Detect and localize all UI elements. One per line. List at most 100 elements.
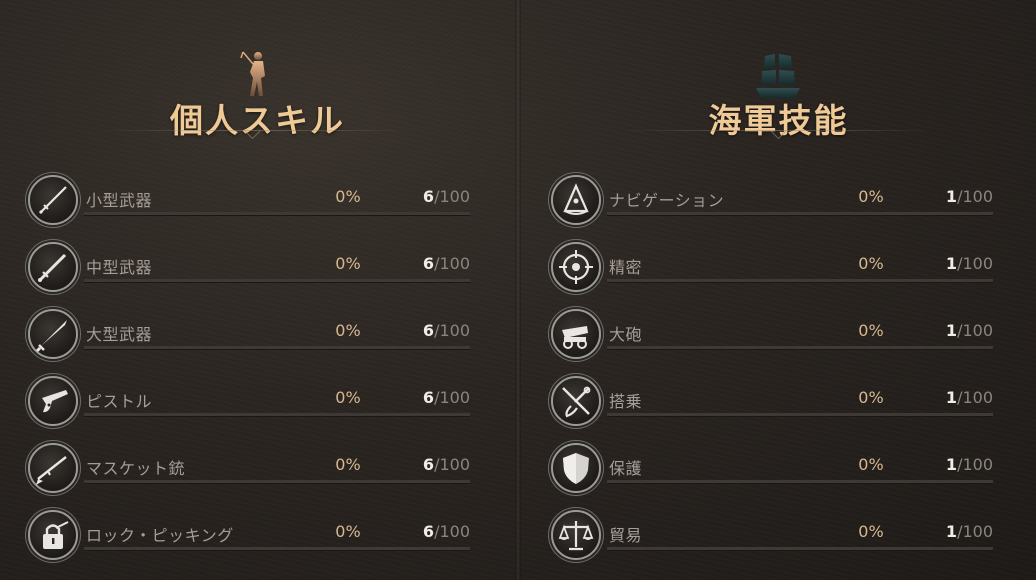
skill-row-medium-weapons[interactable]: 中型武器 0% 6/100: [28, 242, 470, 292]
skill-progress-bar: [84, 346, 470, 350]
skill-level: 6/100: [423, 321, 470, 340]
skill-percent: 0%: [858, 455, 884, 474]
skill-level-max: /100: [957, 522, 993, 541]
crosshair-icon: [551, 242, 601, 292]
skill-percent: 0%: [335, 388, 361, 407]
skill-percent: 0%: [335, 187, 361, 206]
personal-skills-header: 個人スキル: [0, 42, 515, 142]
skill-level-max: /100: [434, 187, 470, 206]
small-weapon-icon: [28, 175, 78, 225]
skill-name: 中型武器: [86, 258, 153, 277]
skill-progress-bar: [607, 279, 993, 283]
skill-name: マスケット銃: [86, 459, 186, 478]
skill-progress-bar: [84, 413, 470, 417]
skill-row-protection[interactable]: 保護 0% 1/100: [551, 443, 993, 493]
skill-level: 1/100: [946, 254, 993, 273]
skill-progress-bar: [607, 547, 993, 551]
skill-level-max: /100: [957, 254, 993, 273]
skill-level-max: /100: [434, 455, 470, 474]
skill-progress-bar: [607, 480, 993, 484]
personal-skills-panel: 個人スキル 小型武器 0% 6/100 中型武器 0% 6/100 大型武器 0…: [0, 0, 515, 580]
skill-progress-bar: [607, 212, 993, 216]
skill-percent: 0%: [335, 321, 361, 340]
skill-progress-bar: [607, 346, 993, 350]
skill-row-boarding[interactable]: 搭乗 0% 1/100: [551, 376, 993, 426]
skill-level: 6/100: [423, 455, 470, 474]
skill-name: ピストル: [86, 392, 153, 411]
skill-row-navigation[interactable]: ナビゲーション 0% 1/100: [551, 175, 993, 225]
skill-level-max: /100: [957, 455, 993, 474]
musket-icon: [28, 443, 78, 493]
skill-level: 1/100: [946, 321, 993, 340]
skill-level-current: 1: [945, 388, 958, 407]
skill-level-current: 1: [945, 321, 958, 340]
skill-name: 保護: [609, 459, 643, 478]
skill-level-current: 6: [422, 388, 435, 407]
skill-percent: 0%: [858, 321, 884, 340]
skill-progress-bar: [84, 547, 470, 551]
skill-level-max: /100: [434, 388, 470, 407]
skill-row-small-weapons[interactable]: 小型武器 0% 6/100: [28, 175, 470, 225]
skill-percent: 0%: [858, 187, 884, 206]
skill-row-pistol[interactable]: ピストル 0% 6/100: [28, 376, 470, 426]
skill-level-current: 1: [945, 522, 958, 541]
skill-progress-bar: [607, 413, 993, 417]
skill-level: 1/100: [946, 187, 993, 206]
naval-skills-panel: 海軍技能 ナビゲーション 0% 1/100 精密 0% 1/100 大砲 0% …: [521, 0, 1036, 580]
skill-row-trade[interactable]: 貿易 0% 1/100: [551, 510, 993, 560]
pistol-icon: [28, 376, 78, 426]
skill-name: ロック・ピッキング: [86, 526, 234, 545]
skill-level-current: 1: [945, 187, 958, 206]
skill-level-current: 1: [945, 254, 958, 273]
skill-level-current: 6: [422, 187, 435, 206]
skill-percent: 0%: [335, 455, 361, 474]
skill-level-max: /100: [434, 254, 470, 273]
skill-level: 1/100: [946, 522, 993, 541]
skill-name: 大型武器: [86, 325, 153, 344]
skill-name: 搭乗: [609, 392, 643, 411]
skill-level-current: 6: [422, 254, 435, 273]
boarding-icon: [551, 376, 601, 426]
shield-icon: [551, 443, 601, 493]
skill-percent: 0%: [858, 254, 884, 273]
skill-progress-bar: [84, 279, 470, 283]
skill-level-max: /100: [957, 388, 993, 407]
skill-name: ナビゲーション: [609, 191, 725, 210]
skill-percent: 0%: [335, 522, 361, 541]
medium-weapon-icon: [28, 242, 78, 292]
skill-row-musket[interactable]: マスケット銃 0% 6/100: [28, 443, 470, 493]
skill-row-cannon[interactable]: 大砲 0% 1/100: [551, 309, 993, 359]
skill-row-lockpicking[interactable]: ロック・ピッキング 0% 6/100: [28, 510, 470, 560]
skill-name: 貿易: [609, 526, 643, 545]
skill-level-max: /100: [434, 321, 470, 340]
personal-skills-title: 個人スキル: [170, 101, 345, 140]
skill-level-current: 1: [945, 455, 958, 474]
skill-level-max: /100: [434, 522, 470, 541]
skill-percent: 0%: [335, 254, 361, 273]
skill-row-precision[interactable]: 精密 0% 1/100: [551, 242, 993, 292]
skill-name: 小型武器: [86, 191, 153, 210]
skill-level: 6/100: [423, 187, 470, 206]
skill-level: 1/100: [946, 388, 993, 407]
skill-progress-bar: [84, 480, 470, 484]
skill-level-current: 6: [422, 522, 435, 541]
lockpick-icon: [28, 510, 78, 560]
skill-percent: 0%: [858, 522, 884, 541]
naval-skills-header: 海軍技能: [521, 42, 1036, 142]
skill-level-max: /100: [957, 187, 993, 206]
sextant-icon: [551, 175, 601, 225]
skill-row-large-weapons[interactable]: 大型武器 0% 6/100: [28, 309, 470, 359]
skill-level-current: 6: [422, 455, 435, 474]
large-weapon-icon: [28, 309, 78, 359]
skill-level-max: /100: [957, 321, 993, 340]
skill-level: 1/100: [946, 455, 993, 474]
skill-name: 大砲: [609, 325, 643, 344]
skill-level: 6/100: [423, 254, 470, 273]
skill-level-current: 6: [422, 321, 435, 340]
skill-name: 精密: [609, 258, 643, 277]
skill-level: 6/100: [423, 522, 470, 541]
skill-level: 6/100: [423, 388, 470, 407]
cannon-icon: [551, 309, 601, 359]
skill-percent: 0%: [858, 388, 884, 407]
skill-progress-bar: [84, 212, 470, 216]
